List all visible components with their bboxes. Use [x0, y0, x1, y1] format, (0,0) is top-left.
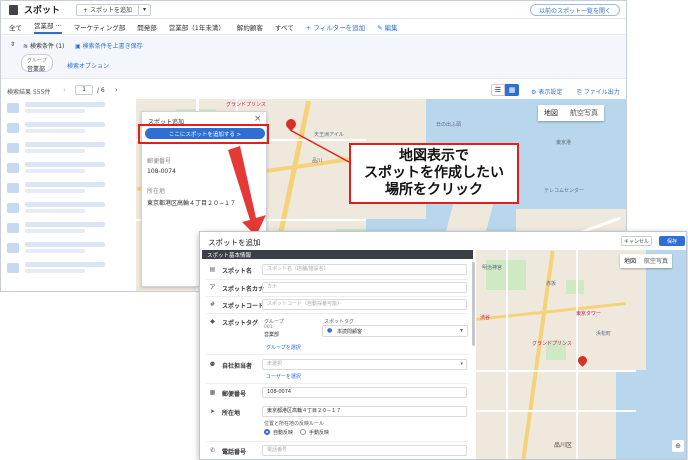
spot-kana-input[interactable]: カナ: [262, 282, 467, 293]
address-input[interactable]: 東京都港区高輪４丁目２０−１７: [262, 406, 467, 417]
group-name: 営業部: [264, 332, 280, 338]
phone-label: 電話番号: [222, 449, 247, 456]
spot-code-input[interactable]: スポットコード（自動採番可能）: [262, 299, 467, 310]
store-icon: ▤: [209, 266, 216, 273]
map-label: 浜松町: [596, 331, 612, 337]
front-map[interactable]: 明治神宮 渋谷 東京タワー グランドプリンス 品川区 浜松町 赤坂 地図 航空写…: [476, 250, 686, 459]
map-label: 赤坂: [546, 281, 557, 287]
phone-input[interactable]: 電話番号: [262, 445, 467, 456]
address-label: 所在地: [222, 410, 241, 417]
manual-sync-label: 手動反映: [309, 430, 330, 436]
map-label: 明治神宮: [482, 265, 503, 271]
manual-sync-radio[interactable]: [300, 429, 306, 435]
postal-input[interactable]: 108-0074: [262, 387, 467, 398]
owner-select[interactable]: 未選択 ▾: [262, 359, 467, 370]
panel-title: スポットを追加: [208, 238, 261, 247]
tag-icon: ◆: [210, 318, 215, 325]
people-icon: ⚉: [209, 361, 216, 368]
spot-kana-label: スポット名カナ: [222, 286, 265, 293]
callout-pointer-line: [289, 129, 350, 163]
owner-label: 自社担当者: [222, 363, 253, 370]
group-code: 001: [264, 325, 273, 330]
spot-code-label: スポットコード: [222, 303, 265, 310]
satellite-type-button[interactable]: 航空写真: [640, 254, 672, 268]
big-down-arrow-icon: [228, 146, 266, 236]
spot-tag-label: スポットタグ: [222, 320, 259, 327]
section-header: スポット基本情報: [202, 250, 473, 259]
save-button[interactable]: 保存: [659, 236, 685, 246]
postal-label: 郵便番号: [222, 391, 247, 398]
cancel-button[interactable]: キャンセル: [621, 236, 652, 246]
select-user-link[interactable]: ユーザーを選択: [266, 373, 301, 380]
map-label: 渋谷: [480, 315, 491, 321]
kana-icon: ア: [209, 284, 216, 291]
tag-sub-label: スポットタグ: [324, 319, 355, 325]
location-pin-icon: ●: [327, 327, 333, 334]
spot-name-label: スポット名: [222, 268, 253, 275]
form-scrollbar[interactable]: [472, 262, 475, 346]
spot-tag-select[interactable]: ● 本読問顧客 ▾: [322, 325, 468, 337]
map-type-switch: 地図 航空写真: [620, 254, 673, 268]
map-type-button[interactable]: 地図: [620, 254, 640, 268]
sync-rule-label: 位置と所在地の反映ルール: [264, 421, 325, 427]
locate-icon[interactable]: ⊕: [672, 440, 684, 452]
group-sub-label: グループ: [264, 319, 284, 325]
navigation-icon: ➤: [209, 408, 216, 415]
map-label: 東京タワー: [576, 311, 602, 317]
chevron-down-icon: ▾: [460, 361, 463, 367]
auto-sync-radio[interactable]: [264, 429, 270, 435]
auto-sync-label: 自動反映: [273, 430, 294, 436]
chevron-down-icon: ▾: [460, 327, 464, 334]
code-icon: #: [209, 301, 216, 308]
map-label: 品川区: [554, 442, 573, 449]
select-group-link[interactable]: グループを選択: [266, 344, 301, 351]
postal-icon: ▦: [209, 389, 216, 396]
phone-icon: ✆: [209, 447, 216, 454]
add-spot-panel: スポットを追加 キャンセル 保存 スポット基本情報 ▤ スポット名 スポット名（…: [199, 231, 687, 460]
spot-name-input[interactable]: スポット名（店舗/施設名）: [262, 264, 467, 275]
map-label: グランドプリンス: [532, 341, 572, 347]
